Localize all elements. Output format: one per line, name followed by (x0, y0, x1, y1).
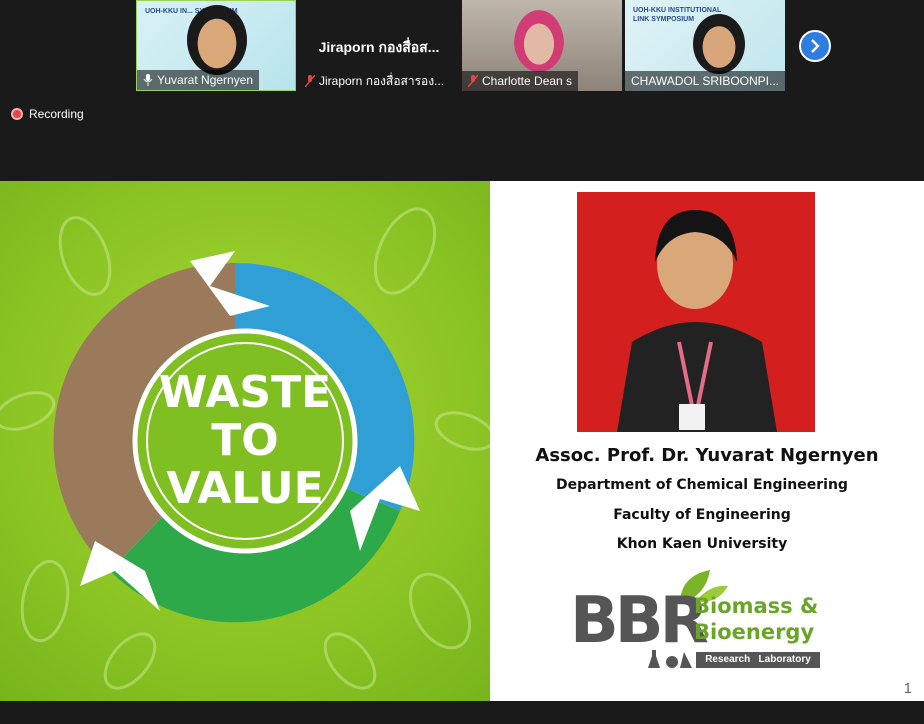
participant-video (187, 5, 247, 75)
participant-name-bar: Yuvarat Ngernyen (137, 70, 260, 90)
recording-label: Recording (29, 107, 84, 121)
university-text: Khon Kaen University (616, 536, 788, 552)
bottom-bar (0, 701, 924, 724)
participant-name: CHAWADOL SRIBOONPI... (631, 74, 780, 88)
lab-glassware-icon (648, 650, 692, 668)
participant-video (514, 10, 564, 72)
shared-slide: WASTE TO VALUE Assoc. Prof. Dr. Yuvarat … (0, 181, 924, 701)
department-text: Department of Chemical Engineering (556, 477, 848, 493)
badge-text: WASTE TO VALUE (145, 369, 345, 513)
muted-mic-icon (467, 74, 479, 88)
badge-line-waste: WASTE (158, 367, 332, 418)
logo-line2: Bioenergy (694, 620, 815, 644)
faculty-text: Faculty of Engineering (613, 507, 791, 523)
participant-name: Charlotte Dean s (482, 74, 573, 88)
participant-name: Jiraporn กองสื่อสารอง... (319, 73, 445, 88)
logo-footer: Research Laboratory (696, 652, 820, 668)
next-participants-button[interactable] (799, 30, 831, 62)
participant-strip: UOH-KKU IN... SYMPOSIUM Yuvarat Ngernyen… (0, 0, 924, 180)
participant-tile-1[interactable]: UOH-KKU IN... SYMPOSIUM Yuvarat Ngernyen (136, 0, 296, 91)
recording-indicator: Recording (11, 107, 84, 121)
record-icon (11, 108, 23, 120)
badge-line-value: VALUE (166, 463, 324, 514)
chevron-right-icon (811, 39, 820, 53)
participant-tile-4[interactable]: UOH-KKU INSTITUTIONAL LINK SYMPOSIUM CHA… (625, 0, 785, 91)
badge-line-to: TO (211, 415, 279, 466)
speaking-mic-icon (143, 74, 153, 86)
logo-initials: BBR (570, 584, 709, 658)
participant-display-name: Jiraporn กองสื่อส... (318, 39, 440, 55)
participant-name-bar: CHAWADOL SRIBOONPI... (625, 71, 785, 91)
bbr-logo: BBR Biomass & Bioenergy Research Laborat… (570, 566, 830, 686)
waste-to-value-graphic: WASTE TO VALUE (0, 181, 490, 701)
participant-tile-2[interactable]: Jiraporn กองสื่อส... Jiraporn กองสื่อสาร… (299, 0, 459, 91)
page-number: 1 (903, 680, 912, 697)
participant-name-bar: Jiraporn กองสื่อสารอง... (299, 71, 450, 91)
participant-name: Yuvarat Ngernyen (157, 73, 254, 87)
logo-line1: Biomass & (694, 594, 819, 618)
speaker-name: Assoc. Prof. Dr. Yuvarat Ngernyen (535, 445, 879, 466)
participant-name-bar: Charlotte Dean s (462, 71, 579, 91)
participant-video (693, 14, 745, 74)
participant-tile-3[interactable]: Charlotte Dean s (462, 0, 622, 91)
speaker-photo (577, 192, 815, 432)
muted-mic-icon (304, 74, 316, 88)
